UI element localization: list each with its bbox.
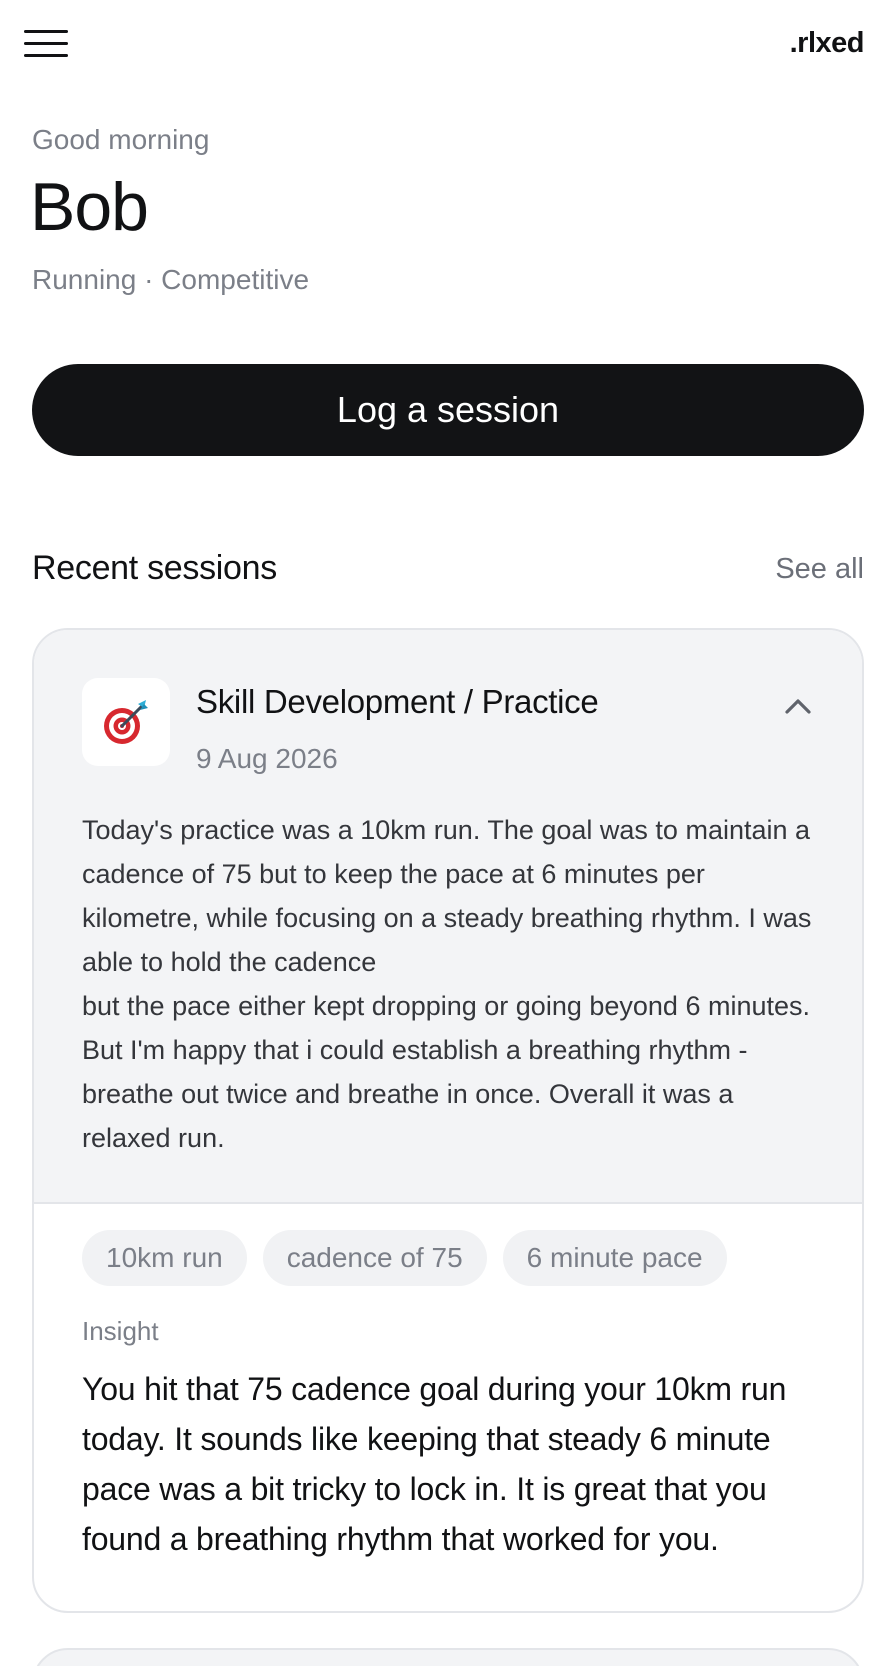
session-tags: 10km run cadence of 75 6 minute pace	[82, 1230, 727, 1286]
recent-sessions-title: Recent sessions	[32, 549, 277, 587]
menu-line	[24, 30, 68, 33]
sport-level: Running · Competitive	[32, 264, 310, 295]
log-session-button[interactable]: Log a session	[32, 364, 864, 456]
user-name: Bob	[30, 169, 149, 245]
session-notes: Today's practice was a 10km run. The goa…	[82, 815, 812, 1153]
session-card-header[interactable]: Skill Development / Practice 9 Aug 2026 …	[34, 630, 862, 1204]
session-card-next[interactable]	[32, 1648, 864, 1666]
chevron-up-icon[interactable]	[778, 686, 818, 726]
top-bar: .rlxed	[0, 0, 892, 90]
hamburger-menu-icon[interactable]	[24, 28, 68, 60]
menu-line	[24, 42, 68, 45]
session-date: 9 Aug 2026	[196, 743, 338, 774]
target-dart-icon	[104, 700, 148, 744]
tag-chip[interactable]: cadence of 75	[262, 1230, 487, 1286]
tag-chip[interactable]: 10km run	[82, 1230, 247, 1286]
session-type-icon-box	[82, 678, 170, 766]
insight-label: Insight	[82, 1316, 159, 1346]
greeting: Good morning	[32, 124, 210, 155]
tag-chip[interactable]: 6 minute pace	[502, 1230, 727, 1286]
menu-line	[24, 54, 68, 57]
session-card: Skill Development / Practice 9 Aug 2026 …	[32, 628, 864, 1613]
brand-logo[interactable]: .rlxed	[790, 27, 865, 60]
see-all-link[interactable]: See all	[775, 553, 864, 586]
session-title: Skill Development / Practice	[196, 683, 599, 720]
insight-text: You hit that 75 cadence goal during your…	[82, 1371, 787, 1557]
